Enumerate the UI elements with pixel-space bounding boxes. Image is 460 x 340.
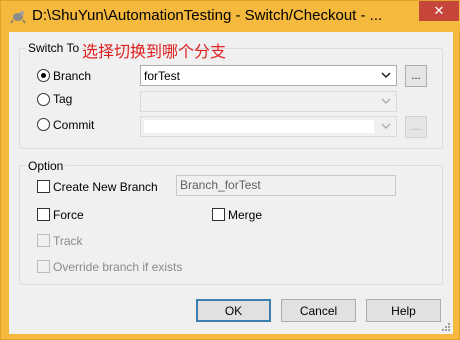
title-bar[interactable]: D:\ShuYun\AutomationTesting - Switch/Che… [1, 1, 460, 31]
help-label: Help [391, 303, 416, 318]
commit-radio[interactable] [37, 118, 50, 131]
annotation-text: 选择切换到哪个分支 [82, 42, 227, 61]
merge-checkbox[interactable] [212, 208, 225, 221]
commit-label[interactable]: Commit [53, 118, 94, 132]
branch-radio[interactable] [37, 69, 50, 82]
tag-radio[interactable] [37, 93, 50, 106]
dialog-body: Switch To 选择切换到哪个分支 Branch forTest ... T… [9, 32, 453, 334]
commit-browse-button[interactable]: ... [405, 116, 427, 138]
force-label[interactable]: Force [53, 208, 84, 222]
resize-grip-icon[interactable] [441, 322, 451, 332]
merge-label[interactable]: Merge [228, 208, 262, 222]
help-button[interactable]: Help [366, 299, 441, 322]
tag-label[interactable]: Tag [53, 92, 72, 106]
branch-browse-button[interactable]: ... [405, 65, 427, 87]
chevron-down-icon [381, 98, 391, 105]
override-branch-checkbox[interactable] [37, 260, 50, 273]
track-label: Track [53, 234, 83, 248]
tag-combo[interactable] [140, 91, 397, 112]
browse-label: ... [411, 70, 421, 82]
branch-value: forTest [144, 69, 181, 83]
chevron-down-icon [381, 72, 391, 79]
close-icon: ✕ [433, 3, 445, 18]
branch-combo[interactable]: forTest [140, 65, 397, 86]
chevron-down-icon [381, 123, 391, 130]
commit-combo[interactable] [140, 116, 397, 137]
override-branch-label: Override branch if exists [53, 260, 183, 274]
cancel-label: Cancel [299, 303, 338, 318]
cancel-button[interactable]: Cancel [281, 299, 356, 322]
ok-button[interactable]: OK [196, 299, 271, 322]
tortoisegit-icon [10, 11, 26, 24]
force-checkbox[interactable] [37, 208, 50, 221]
switch-checkout-dialog: D:\ShuYun\AutomationTesting - Switch/Che… [0, 0, 460, 340]
switch-to-legend: Switch To [26, 41, 82, 55]
window-title: D:\ShuYun\AutomationTesting - Switch/Che… [32, 7, 383, 24]
track-checkbox[interactable] [37, 234, 50, 247]
create-new-branch-checkbox[interactable] [37, 180, 50, 193]
browse-label: ... [411, 121, 421, 133]
create-new-branch-label[interactable]: Create New Branch [53, 180, 158, 194]
commit-edit-area[interactable] [144, 120, 374, 133]
close-button[interactable]: ✕ [419, 1, 459, 21]
branch-label[interactable]: Branch [53, 69, 91, 83]
option-legend: Option [26, 159, 66, 173]
new-branch-name-field[interactable]: Branch_forTest [176, 175, 396, 196]
ok-label: OK [224, 303, 243, 318]
